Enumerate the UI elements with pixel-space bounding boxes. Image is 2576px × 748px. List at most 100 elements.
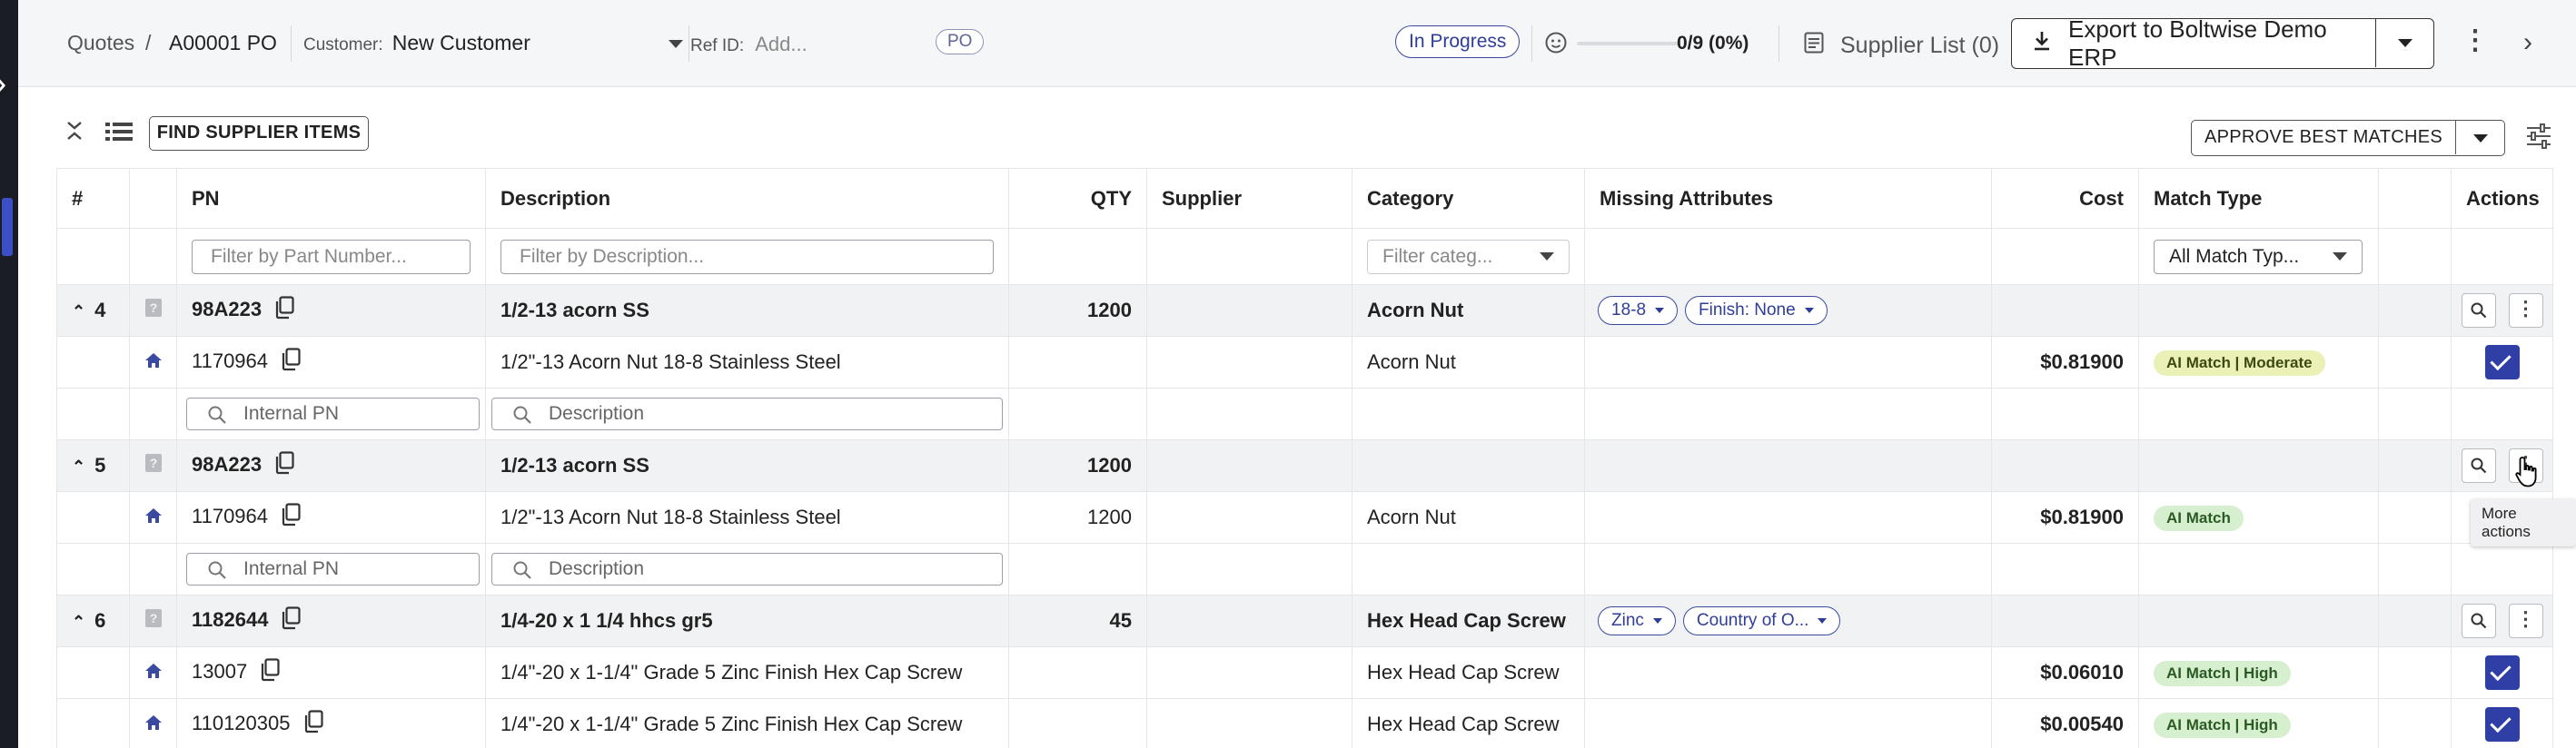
- group-row[interactable]: ⌃ 6? 1182644 1/4-20 x 1 1/4 hhcs gr5 45 Hex H…: [56, 595, 2553, 647]
- search-icon: [207, 404, 227, 434]
- group-number-cell[interactable]: ⌃ 5: [56, 439, 130, 492]
- attribute-chip[interactable]: 18-8: [1598, 296, 1679, 325]
- divider: [1531, 25, 1532, 62]
- description-filter-input[interactable]: Filter by Description...: [500, 239, 994, 274]
- pn-filter-input[interactable]: Filter by Part Number...: [192, 239, 471, 274]
- match-row[interactable]: 1170964 1/2"-13 Acorn Nut 18-8 Stainless …: [56, 491, 2553, 544]
- more-actions-button[interactable]: ⋮: [2508, 604, 2543, 638]
- chevron-down-icon: [1655, 308, 1665, 313]
- copy-icon[interactable]: [303, 710, 323, 739]
- copy-icon[interactable]: [274, 451, 294, 480]
- match-type-badge: AI Match | High: [2154, 660, 2291, 686]
- chevron-down-icon: [1652, 618, 1662, 624]
- supplier-list-button[interactable]: Supplier List (0): [1786, 27, 2004, 64]
- settings-sliders-icon[interactable]: [2525, 123, 2552, 154]
- match-pn: 1170964: [192, 349, 269, 372]
- match-description: 1/4"-20 x 1-1/4" Grade 5 Zinc Finish Hex…: [485, 698, 1009, 748]
- sidebar-active-indicator: [2, 198, 13, 256]
- column-header-supplier[interactable]: Supplier: [1146, 168, 1352, 229]
- column-header-cost[interactable]: Cost: [1991, 168, 2139, 229]
- group-number-cell[interactable]: ⌃ 6: [56, 595, 130, 647]
- match-pn: 110120305: [192, 711, 291, 734]
- customer-selector[interactable]: Customer: New Customer: [303, 31, 687, 58]
- collapse-all-icon[interactable]: [65, 120, 84, 147]
- match-row[interactable]: 1170964 1/2"-13 Acorn Nut 18-8 Stainless …: [56, 336, 2553, 389]
- header-bar: Quotes / A00001 PO Customer: New Custome…: [18, 0, 2576, 87]
- match-pn: 13007: [192, 659, 248, 683]
- column-header-qty[interactable]: QTY: [1008, 168, 1147, 229]
- match-type-filter-select[interactable]: All Match Typ...: [2154, 239, 2363, 274]
- approve-options-dropdown[interactable]: [2457, 121, 2504, 154]
- group-number-cell[interactable]: ⌃ 4: [56, 284, 130, 337]
- approve-match-checkbox[interactable]: [2484, 345, 2520, 379]
- breadcrumb-separator: /: [145, 31, 152, 54]
- copy-icon[interactable]: [281, 348, 301, 377]
- table-filter-row: Filter by Part Number... Filter by Descr…: [56, 228, 2553, 285]
- chevron-up-icon[interactable]: ⌃: [72, 613, 85, 631]
- ref-id-input[interactable]: Add...: [755, 33, 807, 55]
- column-header-number[interactable]: #: [56, 168, 130, 229]
- table-toolbar: FIND SUPPLIER ITEMS APPROVE BEST MATCHES: [18, 87, 2576, 169]
- chevron-up-icon[interactable]: ⌃: [72, 458, 85, 476]
- description-search-input[interactable]: Description: [491, 553, 1003, 586]
- group-description: 1/2-13 acorn SS: [485, 284, 1009, 337]
- group-number: 5: [94, 454, 106, 477]
- internal-pn-search-input[interactable]: Internal PN: [186, 553, 480, 586]
- match-row[interactable]: 110120305 1/4"-20 x 1-1/4" Grade 5 Zinc F…: [56, 698, 2553, 748]
- question-icon: ?: [144, 608, 163, 634]
- search-subrow: Internal PN Description: [56, 388, 2553, 440]
- match-row[interactable]: 13007 1/4"-20 x 1-1/4" Grade 5 Zinc Finis…: [56, 646, 2553, 699]
- match-description: 1/2"-13 Acorn Nut 18-8 Stainless Steel: [485, 336, 1009, 389]
- copy-icon[interactable]: [281, 503, 301, 532]
- copy-icon[interactable]: [281, 606, 302, 635]
- group-row[interactable]: ⌃ 5? 98A223 1/2-13 acorn SS 1200 ⋮: [56, 439, 2553, 492]
- chevron-down-icon: [669, 40, 683, 48]
- copy-icon[interactable]: [274, 296, 294, 325]
- description-search-input[interactable]: Description: [491, 398, 1003, 430]
- search-match-button[interactable]: [2461, 448, 2496, 483]
- chevron-down-icon: [1540, 252, 1554, 261]
- category-filter-select[interactable]: Filter categ...: [1367, 239, 1570, 274]
- match-pn-cell: 110120305: [176, 698, 486, 748]
- column-header-missing-attributes[interactable]: Missing Attributes: [1584, 168, 1992, 229]
- column-header-match-type[interactable]: Match Type: [2138, 168, 2379, 229]
- attribute-chip[interactable]: Country of O...: [1682, 606, 1841, 635]
- search-match-button[interactable]: [2461, 293, 2496, 328]
- approve-match-checkbox[interactable]: [2484, 707, 2520, 742]
- match-cost: $0.81900: [1991, 336, 2139, 389]
- attribute-chip[interactable]: Finish: None: [1685, 296, 1828, 325]
- match-qty: 1200: [1008, 491, 1147, 544]
- chevron-up-icon[interactable]: ⌃: [72, 302, 85, 320]
- parts-table: # PN Description QTY Supplier Category M…: [56, 168, 2553, 748]
- search-match-button[interactable]: [2461, 604, 2496, 638]
- match-supplier: [1146, 336, 1352, 389]
- group-pn: 1182644: [192, 607, 269, 631]
- column-header-description[interactable]: Description: [485, 168, 1009, 229]
- find-supplier-items-button[interactable]: FIND SUPPLIER ITEMS: [149, 116, 369, 151]
- more-actions-button[interactable]: ⋮: [2508, 293, 2543, 328]
- breadcrumb-quotes[interactable]: Quotes: [67, 31, 134, 55]
- export-button[interactable]: Export to Boltwise Demo ERP: [2012, 15, 2375, 71]
- approve-match-checkbox[interactable]: [2484, 655, 2520, 690]
- approve-best-matches-button[interactable]: APPROVE BEST MATCHES: [2192, 121, 2455, 154]
- group-pn-cell: 1182644: [176, 595, 486, 647]
- match-supplier: [1146, 646, 1352, 699]
- expand-sidebar-icon[interactable]: ›: [0, 65, 6, 102]
- chevron-right-icon[interactable]: ›: [2523, 27, 2532, 58]
- group-row[interactable]: ⌃ 4? 98A223 1/2-13 acorn SS 1200 Acorn Nut 18-…: [56, 284, 2553, 337]
- house-icon: [144, 351, 163, 375]
- status-badge[interactable]: In Progress: [1395, 25, 1521, 58]
- search-icon: [2470, 301, 2488, 325]
- list-view-icon[interactable]: [105, 122, 133, 147]
- internal-pn-search-input[interactable]: Internal PN: [186, 398, 480, 430]
- group-pn: 98A223: [192, 452, 263, 476]
- group-category: [1352, 439, 1585, 492]
- copy-icon[interactable]: [260, 658, 280, 687]
- ref-id-field[interactable]: Ref ID: Add...: [690, 33, 807, 56]
- group-pn-cell: 98A223: [176, 284, 486, 337]
- export-options-dropdown[interactable]: [2377, 19, 2433, 67]
- column-header-category[interactable]: Category: [1352, 168, 1585, 229]
- kebab-icon[interactable]: ⋮: [2462, 27, 2489, 54]
- column-header-pn[interactable]: PN: [176, 168, 486, 229]
- attribute-chip[interactable]: Zinc: [1598, 606, 1676, 635]
